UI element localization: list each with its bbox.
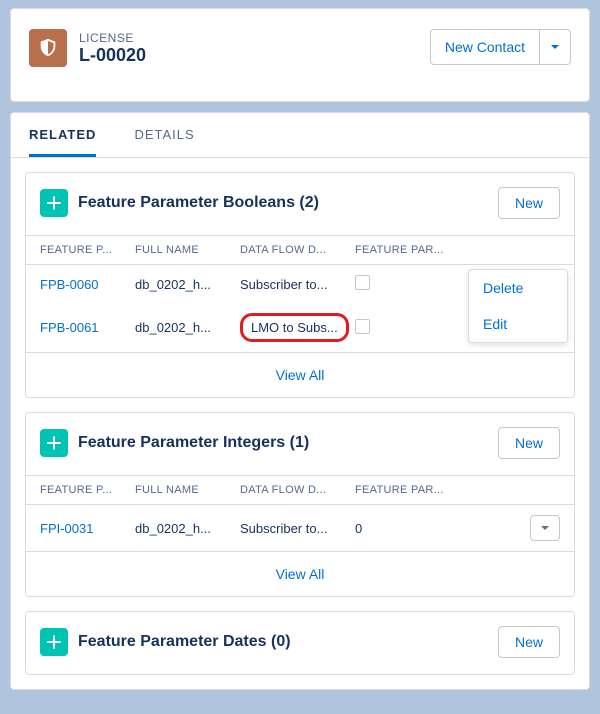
record-link[interactable]: FPB-0061 — [40, 320, 135, 335]
booleans-columns: FEATURE P... FULL NAME DATA FLOW D... FE… — [26, 235, 574, 265]
new-date-button[interactable]: New — [498, 626, 560, 658]
tab-bar: RELATED DETAILS — [11, 113, 589, 158]
integers-icon — [40, 429, 68, 457]
record-link[interactable]: FPI-0031 — [40, 521, 135, 536]
cell-flow-highlighted: LMO to Subs... — [240, 313, 355, 342]
integers-title: Feature Parameter Integers (1) — [78, 434, 309, 452]
record-link[interactable]: FPB-0060 — [40, 277, 135, 292]
booleans-title: Feature Parameter Booleans (2) — [78, 194, 319, 212]
highlight-annotation: LMO to Subs... — [240, 313, 349, 342]
view-all-integers[interactable]: View All — [26, 551, 574, 596]
col-header: FULL NAME — [135, 484, 240, 496]
checkbox[interactable] — [355, 275, 370, 290]
menu-delete[interactable]: Delete — [469, 270, 567, 306]
new-contact-button[interactable]: New Contact — [430, 29, 540, 65]
table-row: FPI-0031 db_0202_h... Subscriber to... 0 — [26, 505, 574, 551]
cell-flow: Subscriber to... — [240, 277, 355, 292]
dates-icon — [40, 628, 68, 656]
object-label: LICENSE — [79, 31, 146, 45]
col-header: FEATURE PAR... — [355, 484, 445, 496]
cell-flow: Subscriber to... — [240, 521, 355, 536]
record-header: LICENSE L-00020 New Contact — [10, 8, 590, 102]
row-actions-menu: Delete Edit — [468, 269, 568, 343]
col-header: FEATURE PAR... — [355, 244, 445, 256]
checkbox[interactable] — [355, 319, 370, 334]
row-actions-button[interactable] — [530, 515, 560, 541]
license-icon — [29, 29, 67, 67]
col-header: FEATURE P... — [40, 484, 135, 496]
header-actions: New Contact — [430, 29, 571, 65]
chevron-down-icon — [550, 42, 560, 52]
record-title: L-00020 — [79, 45, 146, 66]
booleans-icon — [40, 189, 68, 217]
section-dates: Feature Parameter Dates (0) New — [25, 611, 575, 675]
integers-columns: FEATURE P... FULL NAME DATA FLOW D... FE… — [26, 475, 574, 505]
tab-details[interactable]: DETAILS — [134, 113, 194, 157]
header-actions-menu[interactable] — [540, 29, 571, 65]
cell-value: 0 — [355, 521, 445, 536]
content-card: RELATED DETAILS Feature Parameter Boolea… — [10, 112, 590, 690]
col-header: FULL NAME — [135, 244, 240, 256]
view-all-booleans[interactable]: View All — [26, 352, 574, 397]
cell-fullname: db_0202_h... — [135, 320, 240, 335]
table-row: FPB-0061 db_0202_h... LMO to Subs... Del… — [26, 303, 574, 352]
new-boolean-button[interactable]: New — [498, 187, 560, 219]
section-integers: Feature Parameter Integers (1) New FEATU… — [25, 412, 575, 597]
tab-related[interactable]: RELATED — [29, 113, 96, 157]
section-booleans: Feature Parameter Booleans (2) New FEATU… — [25, 172, 575, 398]
dates-title: Feature Parameter Dates (0) — [78, 633, 291, 651]
col-header: DATA FLOW D... — [240, 244, 355, 256]
menu-edit[interactable]: Edit — [469, 306, 567, 342]
cell-fullname: db_0202_h... — [135, 277, 240, 292]
col-header: DATA FLOW D... — [240, 484, 355, 496]
new-integer-button[interactable]: New — [498, 427, 560, 459]
col-header: FEATURE P... — [40, 244, 135, 256]
chevron-down-icon — [540, 523, 550, 533]
cell-fullname: db_0202_h... — [135, 521, 240, 536]
